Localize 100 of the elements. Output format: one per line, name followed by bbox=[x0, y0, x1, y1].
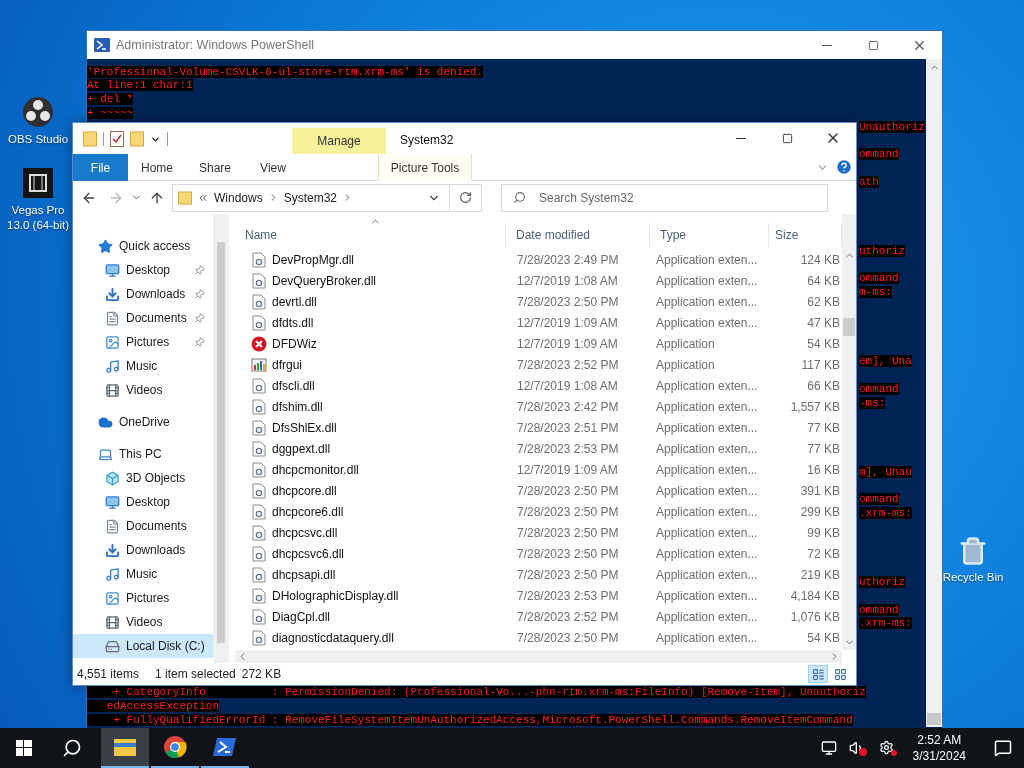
type-cell-text: Application exten... bbox=[655, 314, 759, 332]
sidebar-item[interactable]: Pictures bbox=[73, 586, 213, 610]
horizontal-scrollbar[interactable] bbox=[235, 650, 842, 663]
type-cell-text: Application exten... bbox=[655, 419, 759, 437]
dll-file-icon bbox=[252, 587, 266, 604]
file-name[interactable]: dhcpsapi.dll bbox=[272, 565, 336, 584]
date-cell-text: 7/28/2023 2:49 PM bbox=[516, 251, 620, 269]
file-name[interactable]: diagnosticdataquery.dll bbox=[272, 628, 394, 647]
properties-icon[interactable] bbox=[110, 131, 124, 147]
dll-file-icon bbox=[252, 566, 266, 583]
dll-file-icon bbox=[252, 482, 266, 499]
sidebar-item[interactable]: Documents bbox=[73, 306, 213, 330]
input-indicator-icon[interactable] bbox=[878, 740, 897, 756]
size-cell-text: 219 KB bbox=[799, 566, 841, 584]
file-name[interactable]: DHolographicDisplay.dll bbox=[272, 586, 399, 605]
type-cell-text: Application exten... bbox=[655, 377, 759, 395]
folder-icon[interactable] bbox=[130, 131, 144, 147]
large-icons-view-icon bbox=[833, 667, 847, 681]
refresh-icon[interactable] bbox=[459, 191, 472, 204]
sidebar-item[interactable]: OneDrive bbox=[73, 410, 213, 434]
cloud-icon bbox=[98, 414, 113, 430]
column-header[interactable]: Type bbox=[650, 223, 769, 247]
type-cell-text: Application exten... bbox=[655, 272, 759, 290]
sidebar-item[interactable]: 3D Objects bbox=[73, 466, 213, 490]
dll-file-icon bbox=[252, 293, 266, 310]
star-icon bbox=[98, 238, 113, 254]
file-name[interactable]: dhcpcmonitor.dll bbox=[272, 460, 359, 479]
file-list-scrollbar[interactable] bbox=[842, 214, 856, 650]
dll-file-icon bbox=[252, 440, 266, 457]
sidebar-item[interactable]: Music bbox=[73, 562, 213, 586]
pictures-icon bbox=[105, 590, 120, 606]
sidebar-scrollbar[interactable] bbox=[213, 214, 229, 663]
network-icon[interactable] bbox=[820, 740, 837, 756]
sidebar-item[interactable]: Videos bbox=[73, 610, 213, 634]
music-icon bbox=[105, 566, 120, 582]
breadcrumb[interactable]: Windows bbox=[214, 188, 263, 207]
clock-time[interactable]: 2:52 AM bbox=[917, 732, 962, 748]
size-cell-text: 54 KB bbox=[806, 629, 841, 647]
sidebar-item[interactable]: Pictures bbox=[73, 330, 213, 354]
file-name[interactable]: DevQueryBroker.dll bbox=[272, 271, 377, 290]
document-icon bbox=[105, 310, 120, 326]
date-cell-text: 7/28/2023 2:51 PM bbox=[516, 419, 620, 437]
desktop-icon-label[interactable]: Recycle Bin bbox=[942, 570, 1004, 585]
sidebar-item[interactable]: Documents bbox=[73, 514, 213, 538]
file-name[interactable]: dhcpcore.dll bbox=[272, 481, 337, 500]
details-view-button[interactable] bbox=[808, 665, 828, 683]
document-icon bbox=[105, 518, 120, 534]
sidebar-item[interactable]: Downloads bbox=[73, 282, 213, 306]
ribbon-tab[interactable]: View bbox=[244, 154, 302, 181]
console-scrollbar[interactable] bbox=[926, 59, 942, 727]
scroll-thumb[interactable] bbox=[843, 318, 855, 336]
sidebar-item[interactable]: Downloads bbox=[73, 538, 213, 562]
notifications-icon[interactable] bbox=[994, 739, 1012, 757]
muted-volume-icon[interactable] bbox=[848, 740, 867, 756]
search-field[interactable]: Search System32 bbox=[501, 183, 828, 212]
file-name[interactable]: dhcpcore6.dll bbox=[272, 502, 344, 521]
desktop-icon-label[interactable]: OBS Studio bbox=[7, 132, 69, 147]
desktop-icon-label[interactable]: Vegas Pro 13.0 (64-bit) bbox=[2, 203, 74, 233]
scroll-thumb[interactable] bbox=[217, 242, 225, 643]
column-header[interactable]: Date modified bbox=[506, 223, 650, 247]
sidebar-item[interactable]: Videos bbox=[73, 378, 213, 402]
file-name[interactable]: DfsShlEx.dll bbox=[272, 418, 337, 437]
sidebar-item[interactable]: Local Disk (C:) bbox=[73, 634, 213, 658]
clock-date[interactable]: 3/31/2024 bbox=[912, 748, 966, 764]
context-tab-header: Manage bbox=[292, 128, 386, 154]
help-icon[interactable] bbox=[835, 158, 853, 176]
sidebar-item[interactable]: This PC bbox=[73, 442, 213, 466]
sidebar-item[interactable]: Desktop bbox=[73, 490, 213, 514]
type-cell-text: Application exten... bbox=[655, 545, 759, 563]
file-name[interactable]: DiagCpl.dll bbox=[272, 607, 331, 626]
maximize-icon bbox=[867, 39, 879, 51]
folder-icon[interactable] bbox=[83, 131, 97, 147]
type-cell-text: Application exten... bbox=[655, 524, 759, 542]
recycle-bin-icon bbox=[958, 536, 988, 566]
ribbon-tab[interactable]: Picture Tools bbox=[378, 154, 472, 181]
file-name[interactable]: dfshim.dll bbox=[272, 397, 323, 416]
sidebar-item[interactable]: Music bbox=[73, 354, 213, 378]
ribbon-tab[interactable]: Home bbox=[128, 154, 186, 181]
file-name[interactable]: dfrgui bbox=[272, 355, 303, 374]
taskbar-app-button[interactable] bbox=[101, 728, 149, 768]
sidebar-item[interactable]: Quick access bbox=[73, 234, 213, 258]
file-name[interactable]: dhcpcsvc.dll bbox=[272, 523, 338, 542]
file-name[interactable]: dfdts.dll bbox=[272, 313, 314, 332]
file-name[interactable]: devrtl.dll bbox=[272, 292, 317, 311]
type-cell-text: Application exten... bbox=[655, 566, 759, 584]
file-name[interactable]: DFDWiz bbox=[272, 334, 317, 353]
file-name[interactable]: dhcpcsvc6.dll bbox=[272, 544, 345, 563]
file-name[interactable]: dggpext.dll bbox=[272, 439, 331, 458]
drive-icon bbox=[105, 638, 120, 654]
file-name[interactable]: dfscli.dll bbox=[272, 376, 315, 395]
address-bar[interactable]: Windows System32 bbox=[172, 183, 482, 212]
file-name[interactable]: DevPropMgr.dll bbox=[272, 250, 355, 269]
breadcrumb[interactable]: System32 bbox=[283, 188, 338, 207]
ribbon-tab[interactable]: Share bbox=[186, 154, 244, 181]
ribbon-tab[interactable]: File bbox=[73, 154, 128, 181]
sidebar-item[interactable]: Desktop bbox=[73, 258, 213, 282]
search-icon bbox=[513, 190, 526, 204]
scroll-thumb[interactable] bbox=[927, 713, 941, 725]
dll-file-icon bbox=[252, 524, 266, 541]
column-header[interactable]: Name bbox=[235, 223, 506, 247]
